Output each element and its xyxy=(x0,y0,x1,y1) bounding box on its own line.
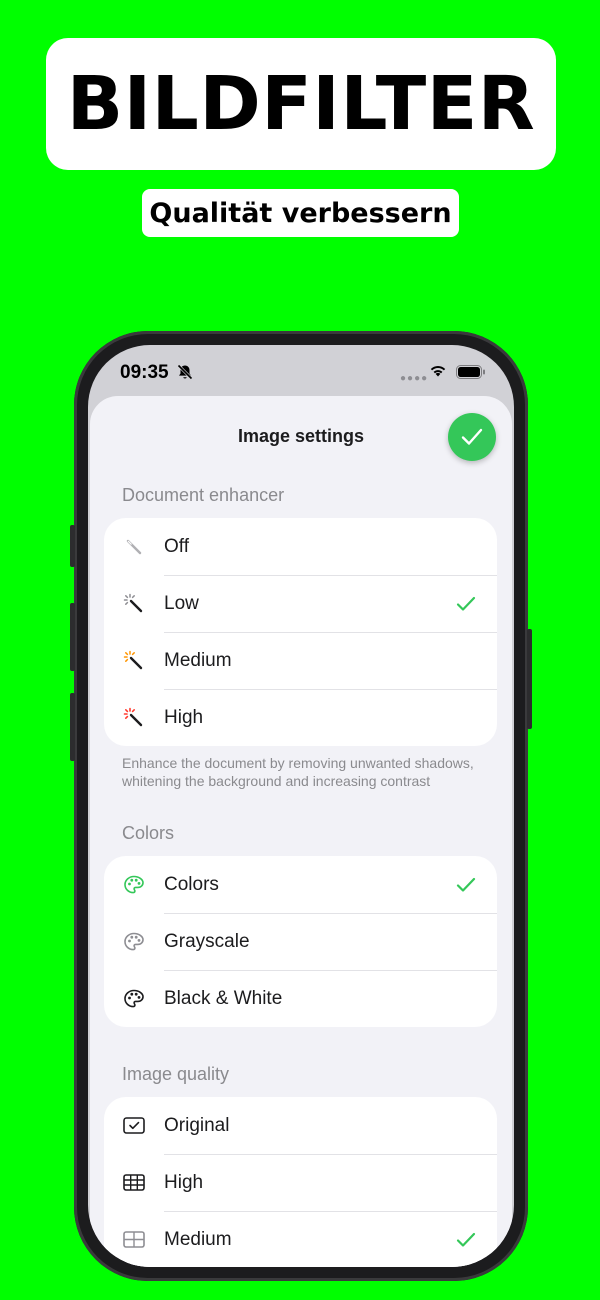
color-option-colors[interactable]: Colors xyxy=(104,856,497,913)
wifi-icon xyxy=(430,366,446,377)
quality-option-medium[interactable]: Medium xyxy=(104,1211,497,1267)
subtitle-banner: Qualität verbessern xyxy=(142,189,459,237)
document-enhancer-card: Off Low Medium High xyxy=(104,518,497,746)
enhancer-option-medium[interactable]: Medium xyxy=(104,632,497,689)
status-bar: 09:35 ●●●● xyxy=(88,345,514,397)
selected-checkmark-icon xyxy=(456,1232,476,1247)
magic-wand-medium-icon xyxy=(122,649,146,673)
enhancer-option-label: Low xyxy=(164,592,199,614)
palette-gray-icon xyxy=(122,930,146,954)
phone-screen: 09:35 ●●●● Image settings Document enhan… xyxy=(88,345,514,1267)
color-option-label: Black & White xyxy=(164,987,283,1009)
palette-bw-icon xyxy=(122,987,146,1011)
selected-checkmark-icon xyxy=(456,596,476,611)
title-banner: BILDFILTER xyxy=(46,38,556,170)
enhancer-option-label: High xyxy=(164,706,204,728)
document-enhancer-description: Enhance the document by removing unwante… xyxy=(122,755,474,789)
phone-silent-switch xyxy=(70,525,75,567)
quality-option-original[interactable]: Original xyxy=(104,1097,497,1154)
checkmark-icon xyxy=(461,428,483,445)
banner-subtitle: Qualität verbessern xyxy=(149,197,452,229)
color-option-label: Grayscale xyxy=(164,930,250,952)
signal-dots-icon: ●●●● xyxy=(400,373,429,384)
quality-option-label: Medium xyxy=(164,1228,232,1250)
palette-color-icon xyxy=(122,873,146,897)
grid-high-icon xyxy=(122,1171,146,1195)
document-enhancer-header: Document enhancer xyxy=(122,485,285,505)
image-settings-sheet: Image settings Document enhancer Off Low… xyxy=(90,396,512,1267)
image-quality-header: Image quality xyxy=(122,1064,230,1084)
selected-checkmark-icon xyxy=(456,877,476,892)
bell-slash-icon xyxy=(177,364,193,380)
done-button[interactable] xyxy=(448,413,496,461)
phone-volume-down-button xyxy=(70,693,75,761)
original-square-icon xyxy=(122,1114,146,1138)
colors-card: Colors Grayscale Black & White xyxy=(104,856,497,1027)
enhancer-option-label: Medium xyxy=(164,649,232,671)
quality-option-high[interactable]: High xyxy=(104,1154,497,1211)
enhancer-option-label: Off xyxy=(164,535,189,557)
enhancer-option-high[interactable]: High xyxy=(104,689,497,746)
grid-medium-icon xyxy=(122,1228,146,1252)
phone-power-button xyxy=(527,629,532,729)
banner-title: BILDFILTER xyxy=(66,61,536,147)
phone-volume-up-button xyxy=(70,603,75,671)
quality-option-label: High xyxy=(164,1171,204,1193)
enhancer-option-off[interactable]: Off xyxy=(104,518,497,575)
color-option-black-white[interactable]: Black & White xyxy=(104,970,497,1027)
color-option-grayscale[interactable]: Grayscale xyxy=(104,913,497,970)
magic-wand-low-icon xyxy=(122,592,146,616)
magic-wand-off-icon xyxy=(122,535,146,559)
quality-option-label: Original xyxy=(164,1114,230,1136)
enhancer-option-low[interactable]: Low xyxy=(104,575,497,632)
magic-wand-high-icon xyxy=(122,706,146,730)
image-quality-card: Original High Medium xyxy=(104,1097,497,1267)
phone-frame: 09:35 ●●●● Image settings Document enhan… xyxy=(70,331,532,1281)
battery-icon xyxy=(456,365,485,379)
status-time: 09:35 xyxy=(120,362,169,383)
color-option-label: Colors xyxy=(164,873,219,895)
colors-header: Colors xyxy=(122,823,175,843)
